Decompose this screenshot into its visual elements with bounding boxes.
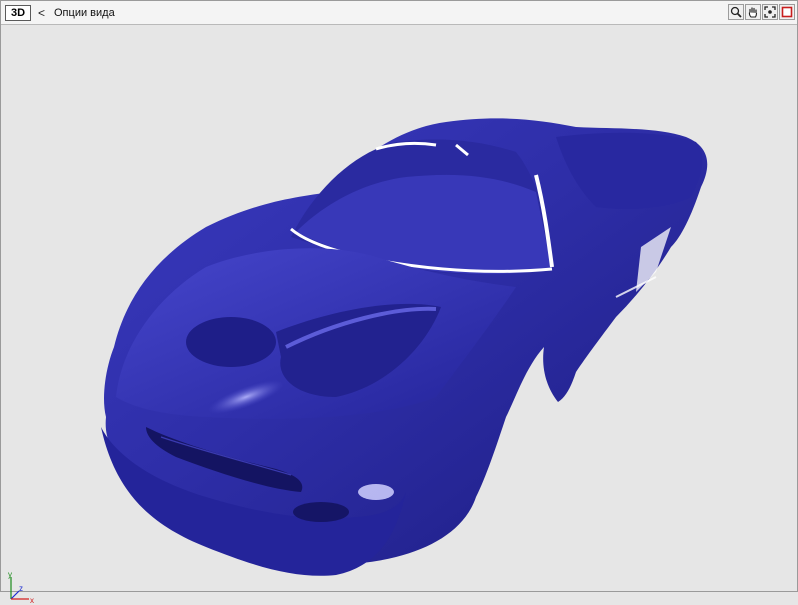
left-hood-vent — [186, 317, 276, 367]
zoom-button[interactable] — [728, 4, 744, 20]
car-body-model[interactable] — [96, 97, 716, 577]
lower-intake — [293, 502, 349, 522]
maximize-window-icon — [781, 6, 793, 18]
view-options-link[interactable]: Опции вида — [54, 5, 115, 21]
x-axis-label: x — [30, 596, 34, 605]
axis-triad: y z x — [8, 571, 34, 605]
headlight-highlight — [358, 484, 394, 500]
pan-hand-icon — [748, 7, 758, 18]
mode-indicator-3d[interactable]: 3D — [5, 5, 31, 21]
maximize-button[interactable] — [779, 4, 795, 20]
3d-viewport[interactable]: y z x — [1, 25, 797, 605]
view-toolbar — [728, 4, 795, 22]
zoom-icon — [730, 6, 742, 18]
y-axis-label: y — [8, 571, 12, 579]
3d-viewer-window: 3D < Опции вида y z x — [0, 0, 798, 605]
fit-view-icon — [764, 6, 776, 18]
collapse-options-button[interactable]: < — [38, 5, 45, 21]
pan-button[interactable] — [745, 4, 761, 20]
z-axis-line — [10, 590, 20, 600]
viewer-header: 3D < Опции вида — [1, 1, 797, 25]
fit-view-button[interactable] — [762, 4, 778, 20]
